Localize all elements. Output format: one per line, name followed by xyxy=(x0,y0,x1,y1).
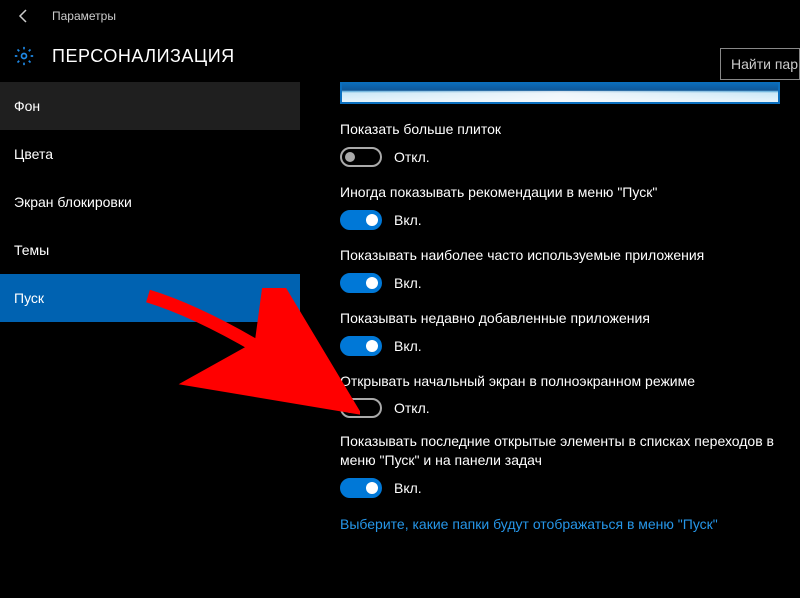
back-button[interactable] xyxy=(12,4,36,28)
setting-label: Показывать последние открытые элементы в… xyxy=(340,432,780,470)
setting-label: Показывать недавно добавленные приложени… xyxy=(340,309,780,328)
sidebar-item-label: Цвета xyxy=(14,146,53,162)
search-placeholder: Найти пар xyxy=(731,56,798,72)
title-row: ПЕРСОНАЛИЗАЦИЯ xyxy=(0,32,800,82)
toggle-most-used[interactable] xyxy=(340,273,382,293)
window-header: Параметры xyxy=(0,0,800,32)
setting-label: Показать больше плиток xyxy=(340,120,780,139)
main-panel: Показать больше плиток Откл. Иногда пока… xyxy=(300,82,800,598)
toggle-state: Откл. xyxy=(394,400,430,416)
sidebar-item-label: Фон xyxy=(14,98,40,114)
sidebar: Фон Цвета Экран блокировки Темы Пуск xyxy=(0,82,300,598)
toggle-state: Вкл. xyxy=(394,212,422,228)
sidebar-item-colors[interactable]: Цвета xyxy=(0,130,300,178)
sidebar-item-label: Пуск xyxy=(14,290,44,306)
link-choose-folders[interactable]: Выберите, какие папки будут отображаться… xyxy=(340,516,780,532)
toggle-more-tiles[interactable] xyxy=(340,147,382,167)
sidebar-item-background[interactable]: Фон xyxy=(0,82,300,130)
setting-label: Показывать наиболее часто используемые п… xyxy=(340,246,780,265)
setting-label: Иногда показывать рекомендации в меню "П… xyxy=(340,183,780,202)
breadcrumb: Параметры xyxy=(52,9,116,23)
sidebar-item-start[interactable]: Пуск xyxy=(0,274,300,322)
toggle-recently-added[interactable] xyxy=(340,336,382,356)
start-preview-image xyxy=(340,82,780,104)
toggle-state: Вкл. xyxy=(394,480,422,496)
gear-icon xyxy=(12,44,36,68)
sidebar-item-lockscreen[interactable]: Экран блокировки xyxy=(0,178,300,226)
setting-label: Открывать начальный экран в полноэкранно… xyxy=(340,372,780,391)
sidebar-item-themes[interactable]: Темы xyxy=(0,226,300,274)
page-title: ПЕРСОНАЛИЗАЦИЯ xyxy=(52,46,235,67)
toggle-state: Вкл. xyxy=(394,275,422,291)
setting-suggestions: Иногда показывать рекомендации в меню "П… xyxy=(340,183,780,230)
toggle-jumplist[interactable] xyxy=(340,478,382,498)
setting-recently-added: Показывать недавно добавленные приложени… xyxy=(340,309,780,356)
toggle-state: Вкл. xyxy=(394,338,422,354)
setting-fullscreen-start: Открывать начальный экран в полноэкранно… xyxy=(340,372,780,419)
toggle-fullscreen-start[interactable] xyxy=(340,398,382,418)
search-input[interactable]: Найти пар xyxy=(720,48,800,80)
toggle-suggestions[interactable] xyxy=(340,210,382,230)
setting-most-used: Показывать наиболее часто используемые п… xyxy=(340,246,780,293)
setting-more-tiles: Показать больше плиток Откл. xyxy=(340,120,780,167)
sidebar-item-label: Темы xyxy=(14,242,49,258)
setting-jumplist: Показывать последние открытые элементы в… xyxy=(340,432,780,498)
toggle-state: Откл. xyxy=(394,149,430,165)
sidebar-item-label: Экран блокировки xyxy=(14,194,132,210)
